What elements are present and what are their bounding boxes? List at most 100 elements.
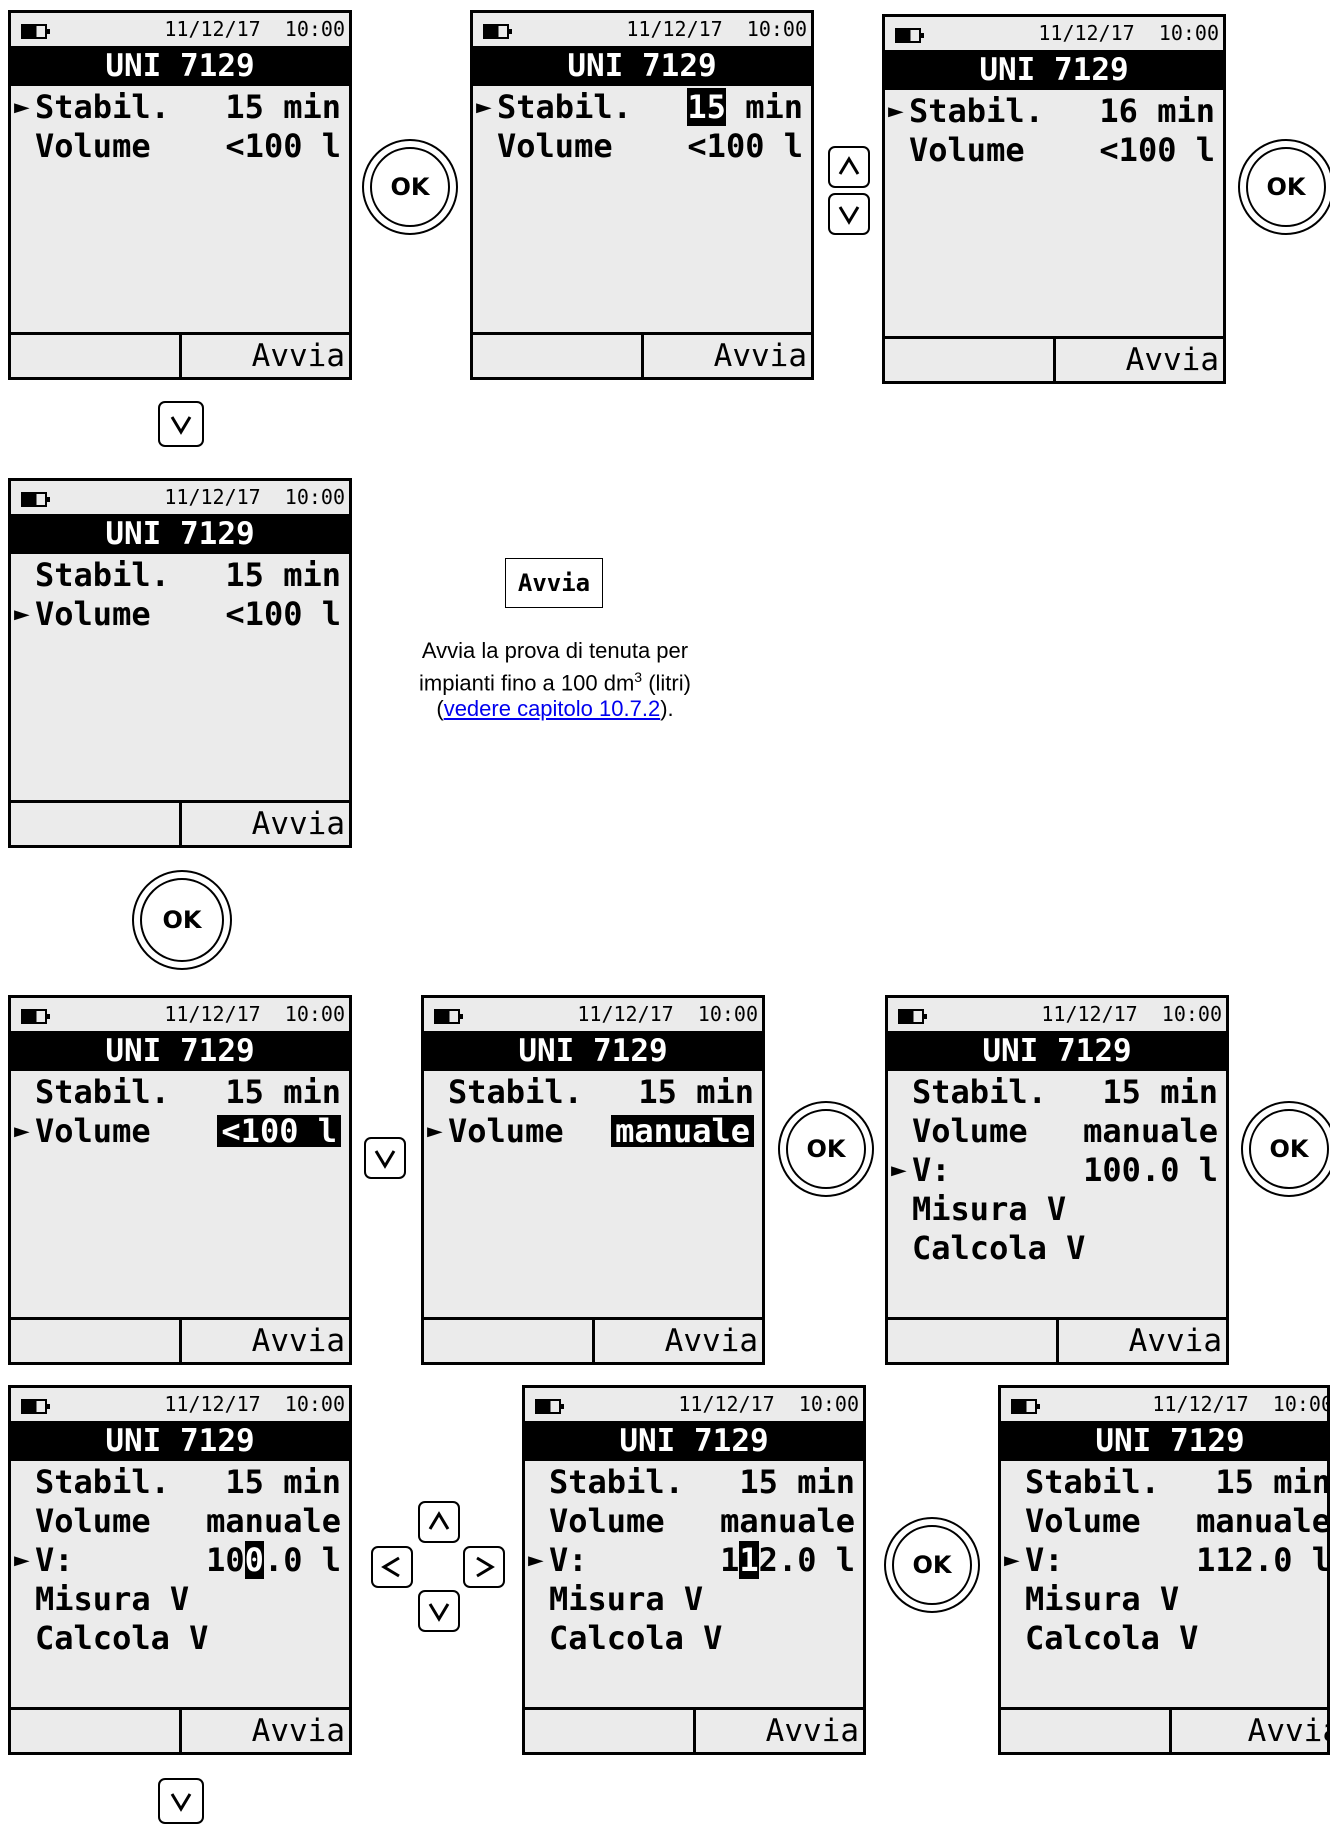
softkey-bar: Avvia bbox=[885, 336, 1223, 381]
selection-arrow-icon: ► bbox=[528, 1545, 544, 1575]
row-stabil[interactable]: ► Stabil. 15 min bbox=[11, 88, 349, 127]
screen-title: UNI 7129 bbox=[885, 50, 1223, 90]
row-stabil[interactable]: Stabil. 15 min bbox=[888, 1073, 1226, 1112]
screen-title: UNI 7129 bbox=[525, 1421, 863, 1461]
row-stabil[interactable]: Stabil. 15 min bbox=[11, 556, 349, 595]
row-stabil[interactable]: ► Stabil. 16 min bbox=[885, 92, 1223, 131]
battery-icon bbox=[898, 1009, 927, 1024]
chapter-link[interactable]: vedere capitolo 10.7.2 bbox=[444, 696, 661, 721]
row-volume[interactable]: Volume manuale bbox=[888, 1112, 1226, 1151]
screen-title: UNI 7129 bbox=[11, 1031, 349, 1071]
row-stabil[interactable]: ► Stabil. 15 min bbox=[473, 88, 811, 127]
softkey-avvia[interactable]: Avvia bbox=[665, 1322, 758, 1360]
device-screen-3: 11/12/17 10:00 UNI 7129 ► Stabil. 16 min… bbox=[882, 14, 1226, 384]
ok-button[interactable]: OK bbox=[1238, 139, 1330, 235]
row-calcola[interactable]: Calcola V bbox=[1001, 1619, 1327, 1658]
ok-button[interactable]: OK bbox=[132, 870, 232, 970]
down-arrow-key[interactable] bbox=[158, 1778, 204, 1824]
softkey-avvia[interactable]: Avvia bbox=[714, 337, 807, 375]
row-volume[interactable]: Volume manuale bbox=[1001, 1502, 1327, 1541]
ok-button[interactable]: OK bbox=[362, 139, 458, 235]
screen-title: UNI 7129 bbox=[11, 46, 349, 86]
softkey-avvia[interactable]: Avvia bbox=[252, 337, 345, 375]
ok-button[interactable]: OK bbox=[778, 1101, 874, 1197]
row-volume[interactable]: ► Volume <100 l bbox=[11, 595, 349, 634]
datetime: 11/12/17 10:00 bbox=[164, 17, 345, 41]
device-screen-8: 11/12/17 10:00 UNI 7129 Stabil. 15 min V… bbox=[8, 1385, 352, 1755]
row-v[interactable]: ► V: 112.0 l bbox=[525, 1541, 863, 1580]
row-volume[interactable]: Volume <100 l bbox=[885, 131, 1223, 170]
softkey-avvia[interactable]: Avvia bbox=[1248, 1712, 1327, 1750]
softkey-avvia[interactable]: Avvia bbox=[1126, 341, 1219, 379]
left-arrow-key[interactable] bbox=[371, 1546, 413, 1588]
down-arrow-key[interactable] bbox=[418, 1590, 460, 1632]
down-arrow-key[interactable] bbox=[158, 401, 204, 447]
softkey-bar: Avvia bbox=[888, 1317, 1226, 1362]
battery-icon bbox=[21, 24, 50, 39]
row-volume[interactable]: ► Volume manuale bbox=[424, 1112, 762, 1151]
datetime: 11/12/17 10:00 bbox=[164, 1392, 345, 1416]
row-v[interactable]: ► V: 100.0 l bbox=[888, 1151, 1226, 1190]
datetime: 11/12/17 10:00 bbox=[626, 17, 807, 41]
row-volume[interactable]: Volume manuale bbox=[525, 1502, 863, 1541]
softkey-bar: Avvia bbox=[525, 1707, 863, 1752]
softkey-avvia[interactable]: Avvia bbox=[252, 805, 345, 843]
selection-arrow-icon: ► bbox=[14, 1545, 30, 1575]
row-volume[interactable]: Volume <100 l bbox=[473, 127, 811, 166]
softkey-avvia[interactable]: Avvia bbox=[252, 1322, 345, 1360]
screen-title: UNI 7129 bbox=[888, 1031, 1226, 1071]
status-bar: 11/12/17 10:00 bbox=[424, 998, 762, 1031]
row-misura[interactable]: Misura V bbox=[888, 1190, 1226, 1229]
device-screen-1: 11/12/17 10:00 UNI 7129 ► Stabil. 15 min… bbox=[8, 10, 352, 380]
status-bar: 11/12/17 10:00 bbox=[11, 13, 349, 46]
row-stabil[interactable]: Stabil. 15 min bbox=[525, 1463, 863, 1502]
ok-button[interactable]: OK bbox=[1241, 1101, 1330, 1197]
right-arrow-key[interactable] bbox=[463, 1546, 505, 1588]
row-volume[interactable]: ► Volume <100 l bbox=[11, 1112, 349, 1151]
avvia-softkey-legend: Avvia bbox=[505, 558, 603, 608]
row-calcola[interactable]: Calcola V bbox=[888, 1229, 1226, 1268]
row-misura[interactable]: Misura V bbox=[11, 1580, 349, 1619]
row-misura[interactable]: Misura V bbox=[525, 1580, 863, 1619]
status-bar: 11/12/17 10:00 bbox=[888, 998, 1226, 1031]
row-calcola[interactable]: Calcola V bbox=[11, 1619, 349, 1658]
datetime: 11/12/17 10:00 bbox=[577, 1002, 758, 1026]
row-v[interactable]: ► V: 112.0 l bbox=[1001, 1541, 1327, 1580]
row-misura[interactable]: Misura V bbox=[1001, 1580, 1327, 1619]
datetime: 11/12/17 10:00 bbox=[678, 1392, 859, 1416]
softkey-bar: Avvia bbox=[11, 1707, 349, 1752]
row-stabil[interactable]: Stabil. 15 min bbox=[11, 1463, 349, 1502]
status-bar: 11/12/17 10:00 bbox=[11, 481, 349, 514]
row-calcola[interactable]: Calcola V bbox=[525, 1619, 863, 1658]
softkey-avvia[interactable]: Avvia bbox=[766, 1712, 859, 1750]
softkey-bar: Avvia bbox=[11, 800, 349, 845]
row-volume[interactable]: Volume manuale bbox=[11, 1502, 349, 1541]
row-v[interactable]: ► V: 100.0 l bbox=[11, 1541, 349, 1580]
up-arrow-key[interactable] bbox=[418, 1501, 460, 1543]
device-screen-4: 11/12/17 10:00 UNI 7129 Stabil. 15 min ►… bbox=[8, 478, 352, 848]
softkey-avvia[interactable]: Avvia bbox=[252, 1712, 345, 1750]
avvia-description: Avvia la prova di tenuta per impianti fi… bbox=[419, 638, 691, 722]
down-arrow-key[interactable] bbox=[828, 193, 870, 235]
screen-title: UNI 7129 bbox=[11, 514, 349, 554]
ok-button[interactable]: OK bbox=[884, 1517, 980, 1613]
status-bar: 11/12/17 10:00 bbox=[525, 1388, 863, 1421]
screen-title: UNI 7129 bbox=[424, 1031, 762, 1071]
softkey-bar: Avvia bbox=[11, 1317, 349, 1362]
selection-arrow-icon: ► bbox=[14, 92, 30, 122]
datetime: 11/12/17 10:00 bbox=[1152, 1392, 1330, 1416]
datetime: 11/12/17 10:00 bbox=[1041, 1002, 1222, 1026]
row-stabil[interactable]: Stabil. 15 min bbox=[424, 1073, 762, 1112]
row-stabil[interactable]: Stabil. 15 min bbox=[11, 1073, 349, 1112]
down-arrow-key[interactable] bbox=[364, 1137, 406, 1179]
softkey-bar: Avvia bbox=[424, 1317, 762, 1362]
softkey-bar: Avvia bbox=[1001, 1707, 1327, 1752]
device-screen-5: 11/12/17 10:00 UNI 7129 Stabil. 15 min ►… bbox=[8, 995, 352, 1365]
up-arrow-key[interactable] bbox=[828, 146, 870, 188]
battery-icon bbox=[1011, 1399, 1040, 1414]
softkey-avvia[interactable]: Avvia bbox=[1129, 1322, 1222, 1360]
status-bar: 11/12/17 10:00 bbox=[11, 1388, 349, 1421]
softkey-bar: Avvia bbox=[473, 332, 811, 377]
row-volume[interactable]: Volume <100 l bbox=[11, 127, 349, 166]
row-stabil[interactable]: Stabil. 15 min bbox=[1001, 1463, 1327, 1502]
